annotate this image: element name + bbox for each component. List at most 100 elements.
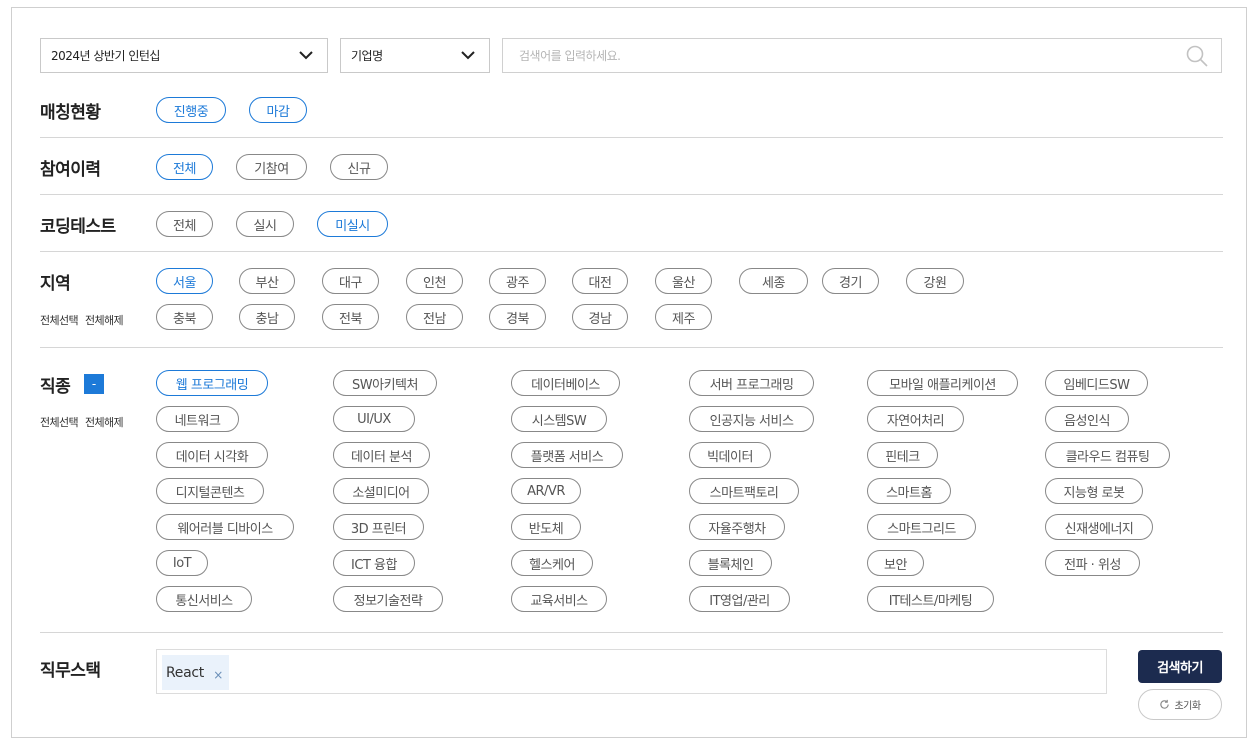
chip-job[interactable]: 스마트팩토리 <box>689 478 799 504</box>
chip-job[interactable]: 스마트홈 <box>867 478 951 504</box>
stack-tag-label: React <box>166 664 204 681</box>
matching-row: 매칭현황 진행중 마감 <box>40 96 1223 126</box>
chip-region[interactable]: 부산 <box>239 268 295 294</box>
divider <box>40 194 1223 195</box>
search-button[interactable]: 검색하기 <box>1138 650 1222 683</box>
chip-job[interactable]: IT테스트/마케팅 <box>867 586 994 612</box>
search-icon[interactable] <box>1186 45 1208 67</box>
chip-job[interactable]: 교육서비스 <box>511 586 607 612</box>
divider <box>40 251 1223 252</box>
chip-region[interactable]: 서울 <box>156 268 213 294</box>
chip-job[interactable]: 자율주행차 <box>689 514 785 540</box>
participation-row: 참여이력 전체 기참여 신규 <box>40 153 1223 183</box>
chip-region[interactable]: 울산 <box>655 268 712 294</box>
chip-job[interactable]: ICT 융합 <box>333 550 415 576</box>
reset-button-label: 초기화 <box>1174 701 1201 712</box>
chip-participation-new[interactable]: 신규 <box>330 154 388 180</box>
search-type-select[interactable]: 기업명 <box>340 38 490 73</box>
chip-job[interactable]: 데이터 분석 <box>333 442 430 468</box>
region-bulk-links: 전체선택 전체해제 <box>40 312 127 328</box>
chip-job[interactable]: 디지털콘텐츠 <box>156 478 264 504</box>
divider <box>40 347 1223 348</box>
chip-job[interactable]: 웹 프로그래밍 <box>156 370 268 396</box>
chip-job[interactable]: 모바일 애플리케이션 <box>867 370 1018 396</box>
chip-coding-not-done[interactable]: 미실시 <box>317 211 388 237</box>
chip-job[interactable]: 클라우드 컴퓨팅 <box>1045 442 1170 468</box>
chip-job[interactable]: 통신서비스 <box>156 586 252 612</box>
stack-tag: React × <box>162 655 229 690</box>
chip-region[interactable]: 대구 <box>322 268 379 294</box>
region-deselect-all-link[interactable]: 전체해제 <box>85 314 124 327</box>
chip-job[interactable]: 신재생에너지 <box>1045 514 1153 540</box>
chip-region[interactable]: 강원 <box>906 268 964 294</box>
chip-job[interactable]: 블록체인 <box>689 550 772 576</box>
chip-job[interactable]: 데이터베이스 <box>511 370 620 396</box>
chip-job[interactable]: 빅데이터 <box>689 442 771 468</box>
reset-button[interactable]: 초기화 <box>1138 689 1222 720</box>
job-collapse-toggle[interactable]: - <box>84 374 104 394</box>
job-label: 직종 <box>40 377 71 397</box>
search-placeholder: 검색어를 입력하세요. <box>519 49 621 63</box>
job-row: 직종 - 전체선택 전체해제 웹 프로그래밍 SW아키텍처 데이터베이스 서버 프로그… <box>40 369 1223 619</box>
chip-job[interactable]: 음성인식 <box>1045 406 1129 432</box>
chip-job[interactable]: 반도체 <box>511 514 581 540</box>
chip-job[interactable]: 핀테크 <box>867 442 938 468</box>
chip-region[interactable]: 전북 <box>322 304 379 330</box>
period-select-value: 2024년 상반기 인턴십 <box>51 49 160 63</box>
chip-region[interactable]: 전남 <box>406 304 463 330</box>
chip-job[interactable]: IT영업/관리 <box>689 586 790 612</box>
chip-job[interactable]: 소셜미디어 <box>333 478 429 504</box>
region-select-all-link[interactable]: 전체선택 <box>40 314 79 327</box>
chip-region[interactable]: 인천 <box>406 268 463 294</box>
chip-job[interactable]: 보안 <box>867 550 924 576</box>
chip-job[interactable]: 서버 프로그래밍 <box>689 370 814 396</box>
chip-job[interactable]: 플랫폼 서비스 <box>511 442 623 468</box>
chip-region[interactable]: 경남 <box>572 304 628 330</box>
coding-row: 코딩테스트 전체 실시 미실시 <box>40 210 1223 240</box>
chip-region[interactable]: 대전 <box>572 268 628 294</box>
chip-job[interactable]: AR/VR <box>511 478 581 504</box>
chip-region[interactable]: 세종 <box>739 268 808 294</box>
chip-participation-all[interactable]: 전체 <box>156 154 213 180</box>
chip-job[interactable]: SW아키텍처 <box>333 370 437 396</box>
coding-label: 코딩테스트 <box>40 217 116 237</box>
search-input[interactable]: 검색어를 입력하세요. <box>502 38 1222 73</box>
chip-matching-closed[interactable]: 마감 <box>249 97 307 123</box>
chip-job[interactable]: 지능형 로봇 <box>1045 478 1143 504</box>
region-label: 지역 <box>40 274 71 294</box>
chip-matching-ongoing[interactable]: 진행중 <box>156 97 226 123</box>
job-bulk-links: 전체선택 전체해제 <box>40 414 127 430</box>
chip-participation-previous[interactable]: 기참여 <box>236 154 307 180</box>
chip-job[interactable]: 정보기술전략 <box>333 586 443 612</box>
chip-coding-all[interactable]: 전체 <box>156 211 213 237</box>
chip-job[interactable]: UI/UX <box>333 406 415 432</box>
chip-region[interactable]: 경북 <box>489 304 546 330</box>
chip-job[interactable]: 3D 프린터 <box>333 514 424 540</box>
filter-panel: 2024년 상반기 인턴십 기업명 검색어를 입력하세요. 매칭현황 진행중 마… <box>11 7 1247 738</box>
chip-job[interactable]: 임베디드SW <box>1045 370 1148 396</box>
chip-job[interactable]: 웨어러블 디바이스 <box>156 514 294 540</box>
period-select[interactable]: 2024년 상반기 인턴십 <box>40 38 328 73</box>
matching-label: 매칭현황 <box>40 103 101 123</box>
region-row: 지역 전체선택 전체해제 서울 부산 대구 인천 광주 대전 울산 세종 경기 강원충북 충남 전북 전… <box>40 267 1223 337</box>
chip-job[interactable]: 스마트그리드 <box>867 514 976 540</box>
chip-region[interactable]: 광주 <box>489 268 546 294</box>
chip-region[interactable]: 제주 <box>655 304 712 330</box>
chip-job[interactable]: 전파 · 위성 <box>1045 550 1140 576</box>
chip-job[interactable]: 자연어처리 <box>867 406 964 432</box>
chip-job[interactable]: 헬스케어 <box>511 550 593 576</box>
chip-job[interactable]: IoT <box>156 550 208 576</box>
chip-job[interactable]: 인공지능 서비스 <box>689 406 814 432</box>
chip-region[interactable]: 경기 <box>822 268 879 294</box>
chip-region[interactable]: 충남 <box>239 304 295 330</box>
stack-label: 직무스택 <box>40 661 101 681</box>
chip-coding-done[interactable]: 실시 <box>236 211 294 237</box>
job-deselect-all-link[interactable]: 전체해제 <box>85 416 124 429</box>
chip-job[interactable]: 네트워크 <box>156 406 239 432</box>
stack-input[interactable]: React × <box>156 649 1107 694</box>
close-icon[interactable]: × <box>213 668 223 682</box>
chip-job[interactable]: 데이터 시각화 <box>156 442 268 468</box>
chip-job[interactable]: 시스템SW <box>511 406 607 432</box>
chip-region[interactable]: 충북 <box>156 304 213 330</box>
job-select-all-link[interactable]: 전체선택 <box>40 416 79 429</box>
